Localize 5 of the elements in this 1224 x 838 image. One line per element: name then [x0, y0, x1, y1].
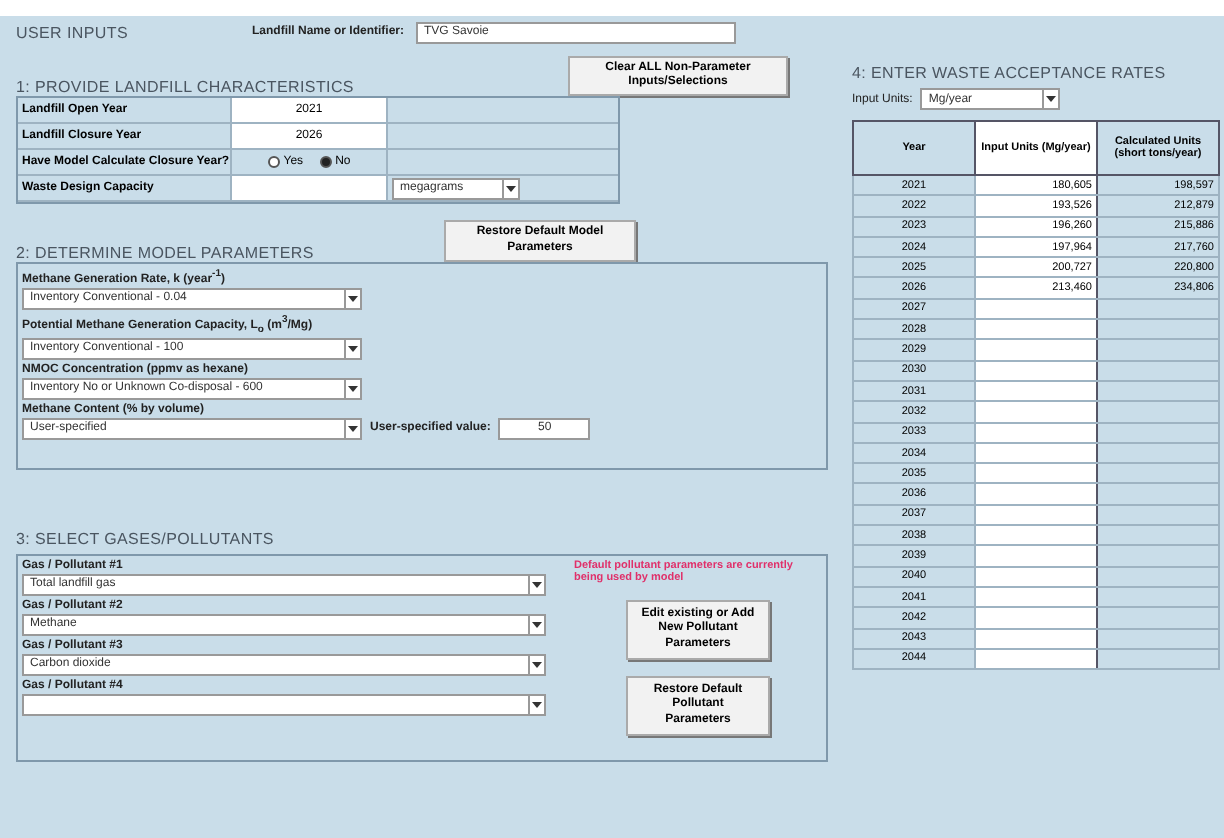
section-title: 1: PROVIDE LANDFILL CHARACTERISTICS — [16, 78, 354, 97]
section-title: 2: DETERMINE MODEL PARAMETERS — [16, 243, 314, 262]
section-title: 3: SELECT GASES/POLLUTANTS — [16, 529, 274, 548]
section-title: 4: ENTER WASTE ACCEPTANCE RATES — [852, 64, 1168, 82]
section-title: USER INPUTS — [16, 23, 128, 41]
